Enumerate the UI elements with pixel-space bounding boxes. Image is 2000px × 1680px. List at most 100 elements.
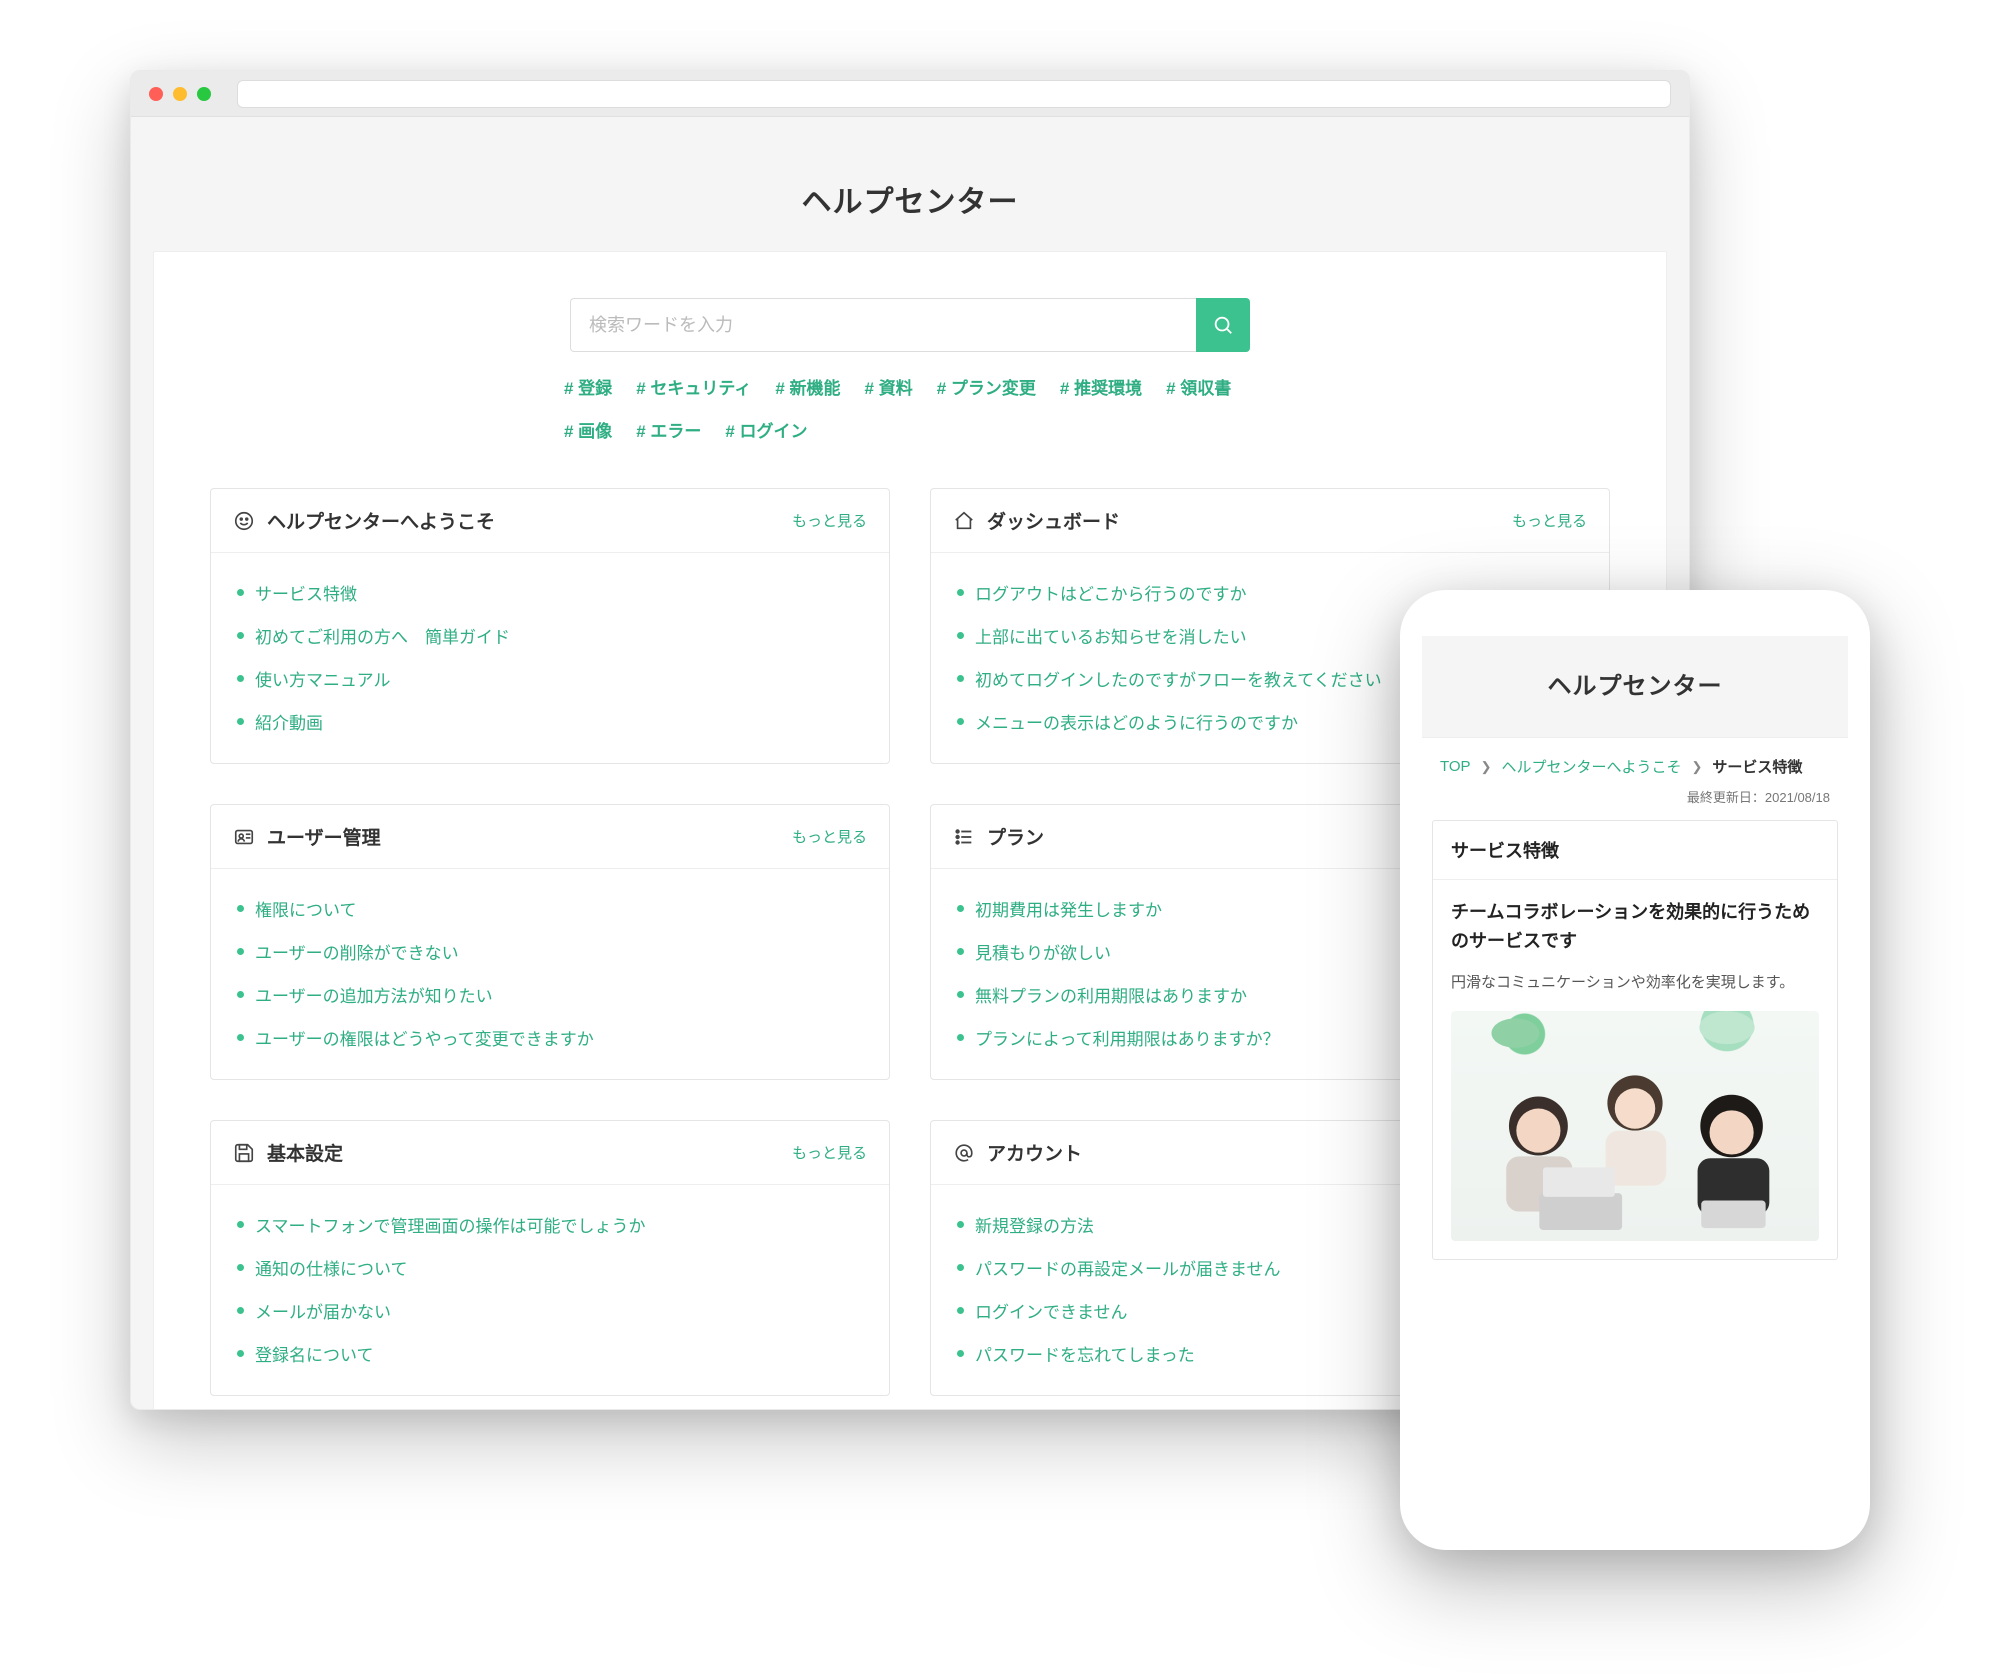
list-item: 紹介動画 (221, 700, 879, 743)
more-link[interactable]: もっと見る (1512, 510, 1587, 531)
page-title: ヘルプセンター (131, 177, 1689, 221)
article-link[interactable]: ログアウトはどこから行うのですか (975, 585, 1247, 604)
card-title: アカウント (987, 1139, 1082, 1166)
mobile-hero: ヘルプセンター (1422, 636, 1848, 738)
card-welcome: ヘルプセンターへようこそ もっと見る サービス特徴 初めてご利用の方へ 簡単ガイ… (210, 488, 890, 764)
window-titlebar (131, 71, 1689, 117)
home-icon (953, 510, 975, 532)
card-users: ユーザー管理 もっと見る 権限について ユーザーの削除ができない ユーザーの追加… (210, 804, 890, 1080)
article-link[interactable]: 新規登録の方法 (975, 1217, 1094, 1236)
window-controls (149, 87, 211, 101)
search-wrap (570, 298, 1250, 352)
hero: ヘルプセンター (131, 117, 1689, 251)
tag-link[interactable]: # 資料 (865, 374, 913, 399)
article-link[interactable]: 紹介動画 (255, 714, 323, 733)
chevron-right-icon: ❯ (1692, 759, 1703, 775)
article-link[interactable]: スマートフォンで管理画面の操作は可能でしょうか (255, 1217, 646, 1236)
search-input[interactable] (570, 298, 1196, 352)
article-link[interactable]: 通知の仕様について (255, 1260, 408, 1279)
list-item: 使い方マニュアル (221, 657, 879, 700)
tag-link[interactable]: # プラン変更 (937, 374, 1036, 399)
card-header: ヘルプセンターへようこそ もっと見る (211, 489, 889, 553)
people-illustration-icon (1451, 1011, 1819, 1241)
window-zoom-icon[interactable] (197, 87, 211, 101)
chevron-right-icon: ❯ (1481, 759, 1492, 775)
tag-link[interactable]: # 登録 (564, 374, 612, 399)
idcard-icon (233, 826, 255, 848)
article-link[interactable]: ユーザーの権限はどうやって変更できますか (255, 1030, 594, 1049)
card-settings: 基本設定 もっと見る スマートフォンで管理画面の操作は可能でしょうか 通知の仕様… (210, 1120, 890, 1396)
card-title: プラン (987, 823, 1044, 850)
window-close-icon[interactable] (149, 87, 163, 101)
tag-list: # 登録 # セキュリティ # 新機能 # 資料 # プラン変更 # 推奨環境 … (560, 374, 1260, 442)
article-link[interactable]: 初期費用は発生しますか (975, 901, 1162, 920)
article-body: 円滑なコミュニケーションや効率化を実現します。 (1451, 970, 1819, 996)
article-link[interactable]: 見積もりが欲しい (975, 944, 1111, 963)
article-link[interactable]: 無料プランの利用期限はありますか (975, 987, 1247, 1006)
breadcrumb-current: サービス特徴 (1712, 756, 1802, 777)
tag-link[interactable]: # ログイン (725, 417, 807, 442)
breadcrumb-top[interactable]: TOP (1440, 758, 1471, 775)
smile-icon (233, 510, 255, 532)
more-link[interactable]: もっと見る (792, 826, 867, 847)
mobile-screen: ヘルプセンター TOP ❯ ヘルプセンターへようこそ ❯ サービス特徴 最終更新… (1422, 636, 1848, 1504)
list-item: スマートフォンで管理画面の操作は可能でしょうか (221, 1203, 879, 1246)
at-icon (953, 1142, 975, 1164)
updated-date: 最終更新日：2021/08/18 (1422, 785, 1848, 820)
article-link[interactable]: 初めてログインしたのですがフローを教えてください (975, 671, 1382, 690)
article-illustration (1451, 1011, 1819, 1241)
article-link[interactable]: メールが届かない (255, 1303, 391, 1322)
card-title: ダッシュボード (987, 507, 1120, 534)
tag-link[interactable]: # 画像 (564, 417, 612, 442)
tag-link[interactable]: # エラー (636, 417, 701, 442)
article-link[interactable]: 権限について (255, 901, 357, 920)
article-link[interactable]: 上部に出ているお知らせを消したい (975, 628, 1247, 647)
tag-link[interactable]: # セキュリティ (636, 374, 751, 399)
article-link[interactable]: 登録名について (255, 1346, 374, 1365)
list-item: 初めてご利用の方へ 簡単ガイド (221, 614, 879, 657)
list-item: 登録名について (221, 1332, 879, 1375)
list-item: 権限について (221, 887, 879, 930)
card-header: ダッシュボード もっと見る (931, 489, 1609, 553)
article-heading: チームコラボレーションを効果的に行うためのサービスです (1451, 898, 1819, 956)
tag-link[interactable]: # 領収書 (1166, 374, 1231, 399)
list-item: メールが届かない (221, 1289, 879, 1332)
card-header: 基本設定 もっと見る (211, 1121, 889, 1185)
save-icon (233, 1142, 255, 1164)
breadcrumb-category[interactable]: ヘルプセンターへようこそ (1501, 756, 1681, 777)
article-link[interactable]: ユーザーの追加方法が知りたい (255, 987, 493, 1006)
search-button[interactable] (1196, 298, 1250, 352)
article-link[interactable]: ユーザーの削除ができない (255, 944, 459, 963)
card-title: 基本設定 (267, 1139, 343, 1166)
list-icon (953, 826, 975, 848)
article-link[interactable]: 使い方マニュアル (255, 671, 391, 690)
mobile-page-title: ヘルプセンター (1422, 666, 1848, 701)
article-link[interactable]: パスワードの再設定メールが届きません (975, 1260, 1281, 1279)
article-link[interactable]: メニューの表示はどのように行うのですか (975, 714, 1298, 733)
mobile-article: サービス特徴 チームコラボレーションを効果的に行うためのサービスです 円滑なコミ… (1432, 820, 1838, 1260)
window-minimize-icon[interactable] (173, 87, 187, 101)
tag-link[interactable]: # 推奨環境 (1060, 374, 1142, 399)
card-header: ユーザー管理 もっと見る (211, 805, 889, 869)
list-item: 通知の仕様について (221, 1246, 879, 1289)
article-link[interactable]: プランによって利用期限はありますか？ (975, 1030, 1280, 1049)
tag-link[interactable]: # 新機能 (775, 374, 840, 399)
article-title: サービス特徴 (1433, 821, 1837, 880)
more-link[interactable]: もっと見る (792, 510, 867, 531)
article-link[interactable]: 初めてご利用の方へ 簡単ガイド (255, 628, 510, 647)
more-link[interactable]: もっと見る (792, 1142, 867, 1163)
list-item: ユーザーの追加方法が知りたい (221, 973, 879, 1016)
card-title: ユーザー管理 (267, 823, 381, 850)
card-title: ヘルプセンターへようこそ (267, 507, 495, 534)
article-link[interactable]: パスワードを忘れてしまった (975, 1346, 1195, 1365)
list-item: サービス特徴 (221, 571, 879, 614)
mobile-frame: ヘルプセンター TOP ❯ ヘルプセンターへようこそ ❯ サービス特徴 最終更新… (1400, 590, 1870, 1550)
list-item: ユーザーの削除ができない (221, 930, 879, 973)
breadcrumb: TOP ❯ ヘルプセンターへようこそ ❯ サービス特徴 (1422, 738, 1848, 785)
article-link[interactable]: サービス特徴 (255, 585, 357, 604)
search-row (210, 298, 1610, 352)
search-icon (1212, 314, 1234, 336)
url-bar[interactable] (237, 80, 1671, 108)
list-item: ユーザーの権限はどうやって変更できますか (221, 1016, 879, 1059)
article-link[interactable]: ログインできません (975, 1303, 1128, 1322)
